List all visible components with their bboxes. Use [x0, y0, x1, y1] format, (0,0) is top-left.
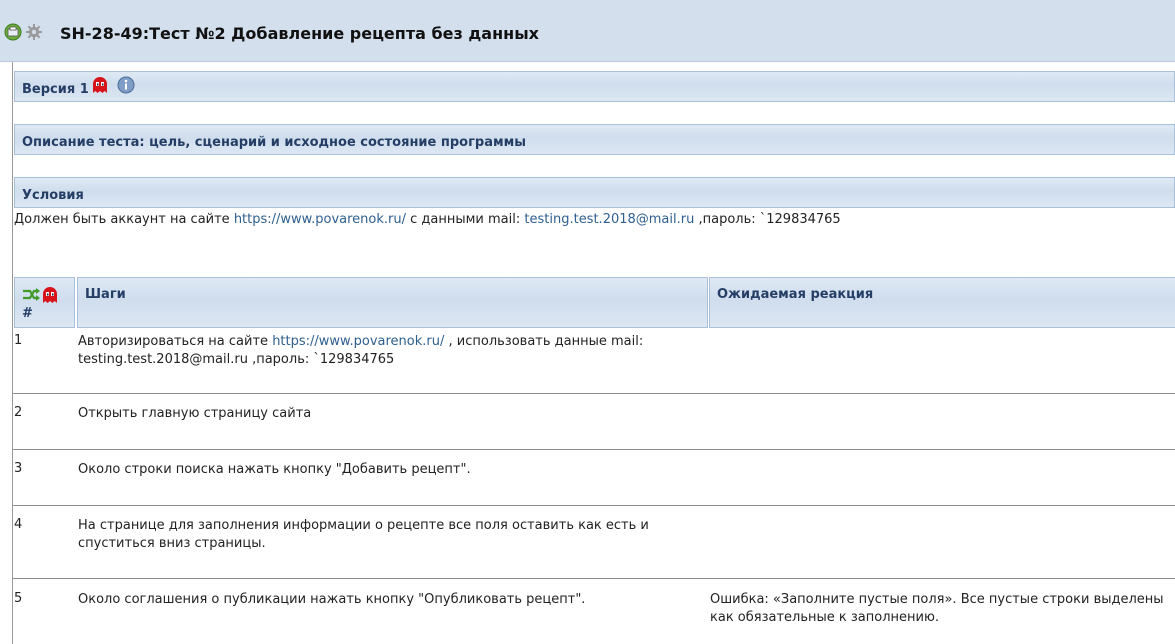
- table-row: 2 Открыть главную страницу сайта: [13, 394, 1175, 450]
- settings-gear-icon[interactable]: [25, 23, 43, 41]
- test-case-content: Версия 1 Описание теста: цель, сценарий …: [12, 62, 1175, 644]
- step-text: Около строки поиска нажать кнопку "Добав…: [78, 462, 471, 477]
- conditions-email-link[interactable]: testing.test.2018@mail.ru: [524, 212, 694, 227]
- column-label-steps: Шаги: [85, 287, 126, 302]
- step-number: 3: [14, 461, 23, 476]
- step-number: 2: [14, 405, 23, 420]
- column-header-number: #: [14, 277, 75, 328]
- export-icon[interactable]: [4, 23, 22, 41]
- conditions-text-suffix: ,пароль: `129834765: [694, 212, 841, 227]
- step-number: 1: [14, 333, 23, 348]
- step-number: 4: [14, 517, 23, 532]
- column-header-steps: Шаги: [77, 277, 708, 328]
- step-text: Открыть главную страницу сайта: [78, 406, 312, 421]
- title-bar: SH-28-49:Тест №2 Добавление рецепта без …: [0, 0, 1175, 62]
- version-label: Версия 1: [22, 82, 89, 97]
- title-icons: [4, 23, 43, 41]
- conditions-header: Условия: [14, 177, 1175, 208]
- description-header: Описание теста: цель, сценарий и исходно…: [14, 124, 1175, 155]
- step-text: Авторизироваться на сайте https://www.po…: [78, 333, 698, 369]
- table-row: 3 Около строки поиска нажать кнопку "Доб…: [13, 450, 1175, 506]
- step-text-prefix: Авторизироваться на сайте: [78, 334, 273, 349]
- table-row: 4 На странице для заполнения информации …: [13, 506, 1175, 579]
- column-label-expected: Ожидаемая реакция: [717, 287, 874, 302]
- expected-result: Ошибка: «Заполните пустые поля». Все пус…: [710, 592, 1164, 625]
- version-header: Версия 1: [14, 71, 1175, 102]
- info-icon[interactable]: [117, 76, 135, 94]
- table-row: 1 Авторизироваться на сайте https://www.…: [13, 328, 1175, 394]
- column-label-number: #: [22, 306, 33, 321]
- step-site-link[interactable]: https://www.povarenok.ru/: [272, 334, 444, 349]
- shuffle-icon[interactable]: [22, 286, 40, 304]
- table-row: 5 Около соглашения о публикации нажать к…: [13, 579, 1175, 644]
- ghost-icon[interactable]: [91, 76, 109, 94]
- description-label: Описание теста: цель, сценарий и исходно…: [22, 135, 526, 150]
- conditions-text: Должен быть аккаунт на сайте https://www…: [14, 212, 841, 227]
- step-text: Около соглашения о публикации нажать кно…: [78, 592, 586, 607]
- conditions-text-prefix: Должен быть аккаунт на сайте: [14, 212, 234, 227]
- ghost-icon[interactable]: [41, 286, 59, 304]
- page-title: SH-28-49:Тест №2 Добавление рецепта без …: [60, 24, 539, 43]
- conditions-site-link[interactable]: https://www.povarenok.ru/: [234, 212, 406, 227]
- step-number: 5: [14, 591, 23, 606]
- column-header-expected: Ожидаемая реакция: [709, 277, 1175, 328]
- conditions-text-middle: с данными mail:: [406, 212, 525, 227]
- conditions-label: Условия: [22, 188, 84, 203]
- step-text: На странице для заполнения информации о …: [78, 518, 649, 551]
